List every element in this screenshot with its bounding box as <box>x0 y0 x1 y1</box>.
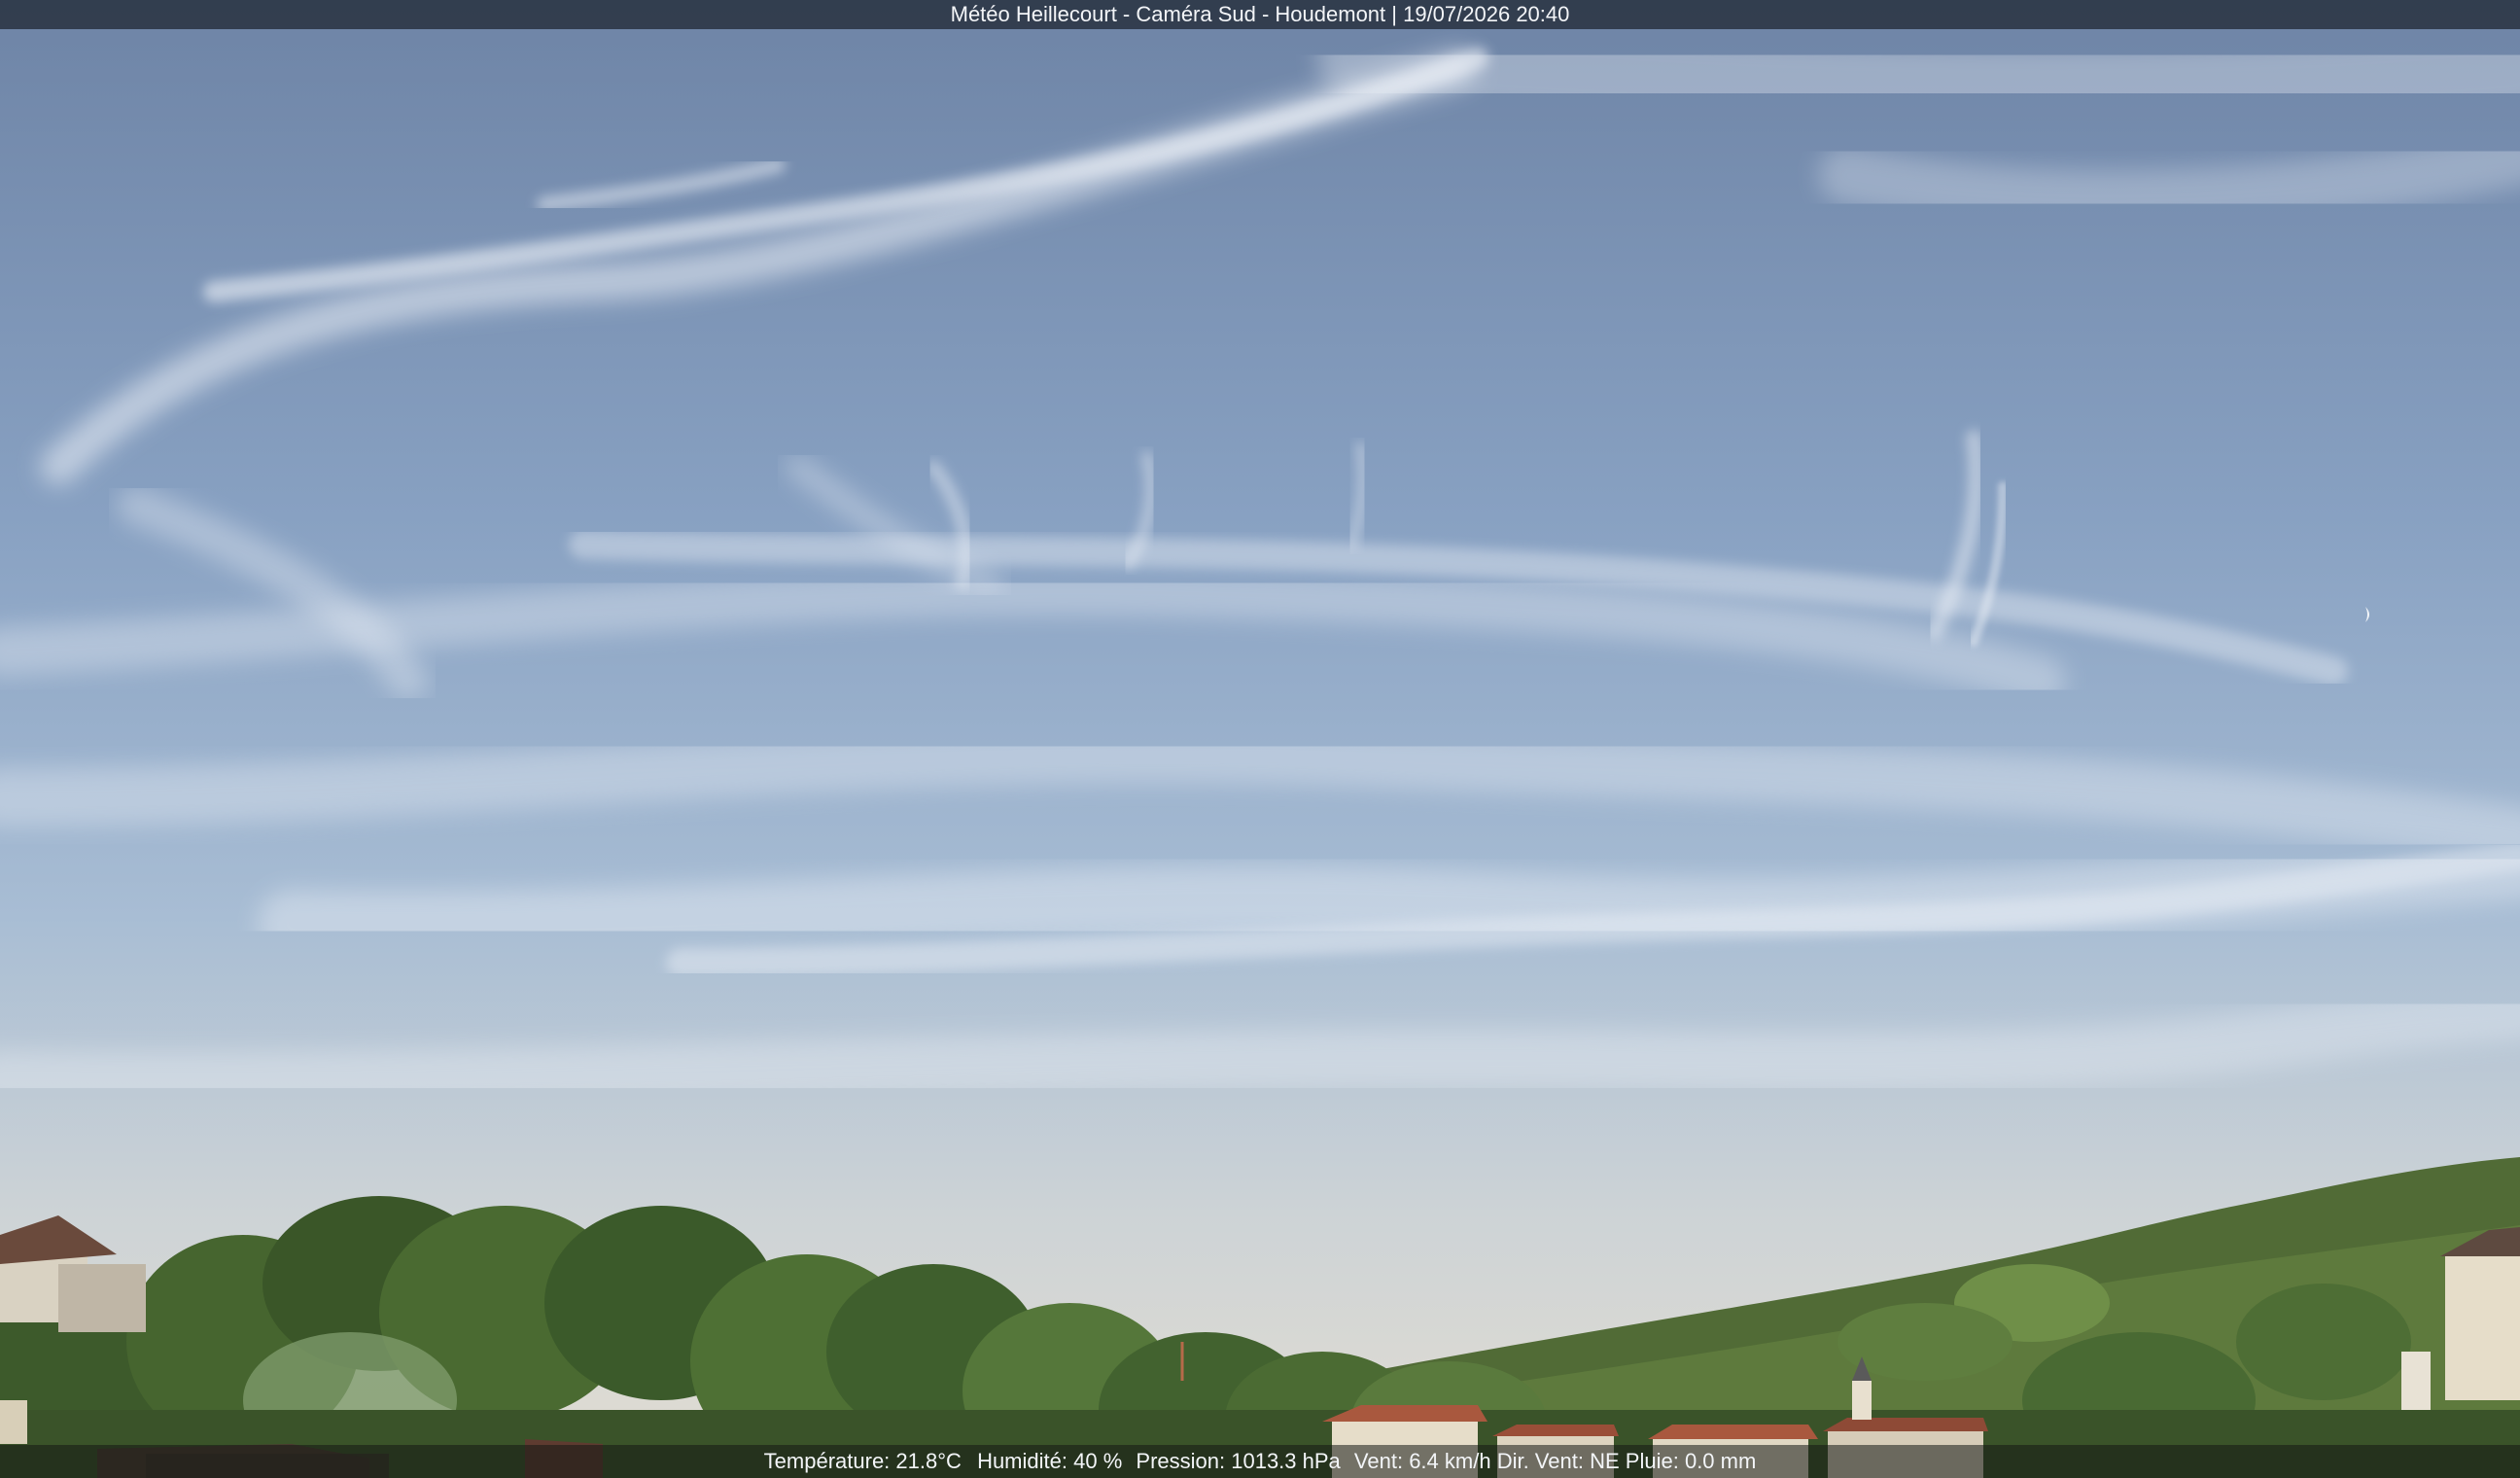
webcam-scene <box>0 0 2520 1478</box>
temperature-value: 21.8°C <box>895 1449 962 1473</box>
wind-direction-label: Dir. Vent: <box>1496 1449 1584 1473</box>
weather-readout-bar: Température: 21.8°C Humidité: 40 % Press… <box>0 1445 2520 1478</box>
wind-label: Vent: <box>1353 1449 1404 1473</box>
pressure-value: 1013.3 hPa <box>1231 1449 1341 1473</box>
rain-value: 0.0 mm <box>1684 1449 1757 1473</box>
wind-value: 6.4 km/h <box>1409 1449 1491 1473</box>
wind-direction-value: NE <box>1590 1449 1620 1473</box>
humidity-value: 40 % <box>1073 1449 1123 1473</box>
pressure-label: Pression: <box>1136 1449 1226 1473</box>
humidity-label: Humidité: <box>977 1449 1068 1473</box>
temperature-label: Température: <box>763 1449 891 1473</box>
camera-title: Météo Heillecourt - Caméra Sud - Houdemo… <box>950 2 1570 26</box>
camera-title-bar: Météo Heillecourt - Caméra Sud - Houdemo… <box>0 0 2520 29</box>
rain-label: Pluie: <box>1625 1449 1679 1473</box>
